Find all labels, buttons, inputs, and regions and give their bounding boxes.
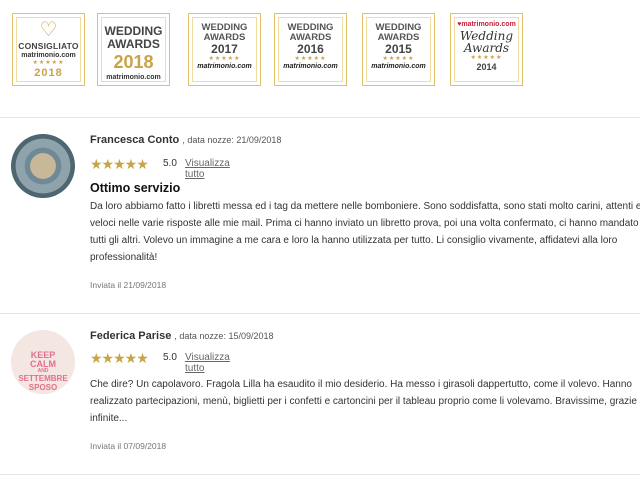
avatar[interactable]: KEEP CALM AND SETTEMBRE SPOSO <box>11 330 75 394</box>
badge-consigliato-2018[interactable]: ♡ CONSIGLIATO matrimonio.com ★★★★★ 2018 <box>12 13 85 86</box>
badge-wedding-awards-2017[interactable]: WEDDING AWARDS 2017 ★★★★★ matrimonio.com <box>188 13 261 86</box>
sent-date: Inviata il 07/09/2018 <box>90 441 167 451</box>
review-body: Da loro abbiamo fatto i libretti messa e… <box>90 201 640 263</box>
rating-score: 5.0 <box>163 352 177 363</box>
reviewer-name[interactable]: Federica Parise , data nozze: 15/09/2018 <box>90 330 274 342</box>
view-all-link[interactable]: Visualizza tutto <box>185 158 230 180</box>
view-all-link[interactable]: Visualizza tutto <box>185 352 230 374</box>
sent-date: Inviata il 21/09/2018 <box>90 280 167 290</box>
wedding-date: , data nozze: 21/09/2018 <box>182 135 282 145</box>
badge-wedding-awards-2016[interactable]: WEDDING AWARDS 2016 ★★★★★ matrimonio.com <box>274 13 347 86</box>
wedding-date: , data nozze: 15/09/2018 <box>174 331 274 341</box>
badge-wedding-awards-2018[interactable]: WEDDING AWARDS 2018 matrimonio.com <box>97 13 170 86</box>
rating-score: 5.0 <box>163 158 177 169</box>
badge-wedding-awards-2015[interactable]: WEDDING AWARDS 2015 ★★★★★ matrimonio.com <box>362 13 435 86</box>
divider <box>0 117 640 118</box>
divider <box>0 474 640 475</box>
divider <box>0 313 640 314</box>
star-icon: ★★★★★ <box>90 156 149 172</box>
review-title: Ottimo servizio <box>90 181 181 195</box>
avatar[interactable] <box>11 134 75 198</box>
badge-wedding-awards-2014[interactable]: ♥matrimonio.com Wedding Awards ★★★★★ 201… <box>450 13 523 86</box>
reviewer-name[interactable]: Francesca Conto , data nozze: 21/09/2018 <box>90 134 281 146</box>
star-icon: ★★★★★ <box>90 350 149 366</box>
review-body: Che dire? Un capolavoro. Fragola Lilla h… <box>90 379 637 424</box>
